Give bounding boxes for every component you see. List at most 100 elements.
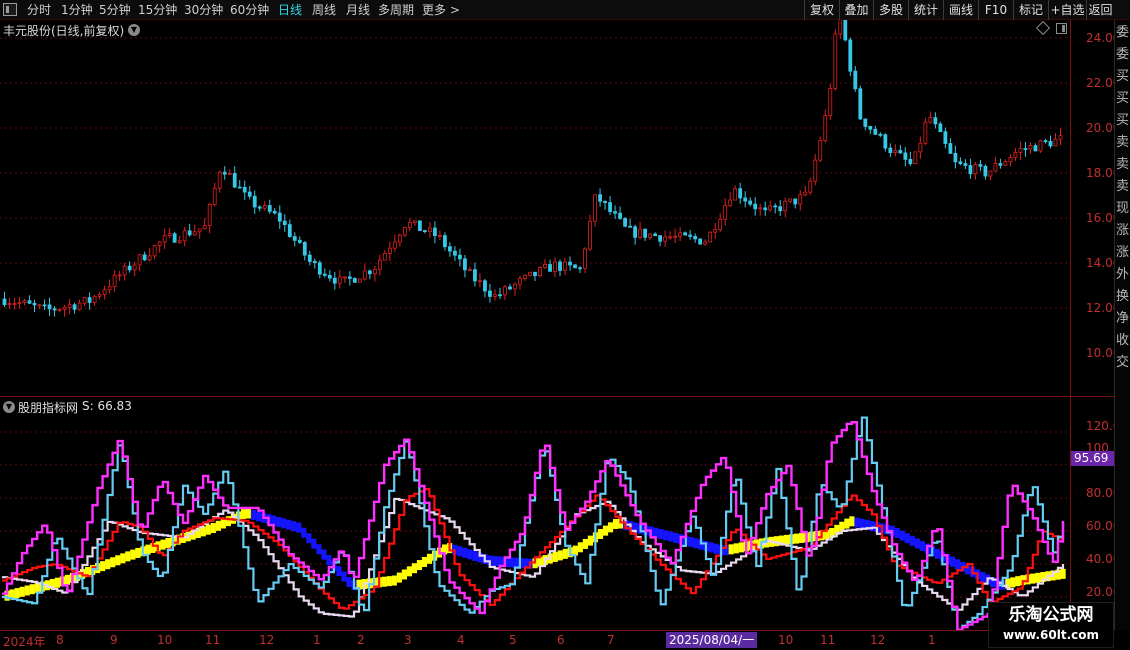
date-tick-label: 11	[205, 633, 221, 647]
toolbar-button-6[interactable]: 标记	[1013, 0, 1048, 20]
candle-body	[207, 203, 212, 227]
band-segment	[411, 563, 418, 574]
band-segment	[668, 531, 674, 542]
side-strip-label: 委	[1116, 47, 1130, 62]
period-tab-7[interactable]: 周线	[312, 2, 336, 18]
candle-body	[498, 294, 502, 297]
period-tab-1[interactable]: 1分钟	[61, 2, 93, 18]
period-tab-5[interactable]: 60分钟	[230, 2, 269, 18]
price-chart-svg[interactable]	[0, 8, 1070, 396]
band-segment	[597, 528, 604, 539]
candle-body	[1023, 148, 1028, 150]
menu-icon[interactable]	[3, 3, 17, 16]
candle-body	[743, 197, 748, 202]
price-chart-panel[interactable]: 丰元股份(日线,前复权) ▼	[0, 8, 1070, 396]
band-segment	[291, 521, 297, 532]
toolbar-button-7[interactable]: +自选	[1048, 0, 1086, 20]
band-segment	[165, 537, 171, 548]
side-strip-label: 收	[1116, 333, 1130, 348]
indicator-panel[interactable]: ▼ 股朋指标网 S: 66.83	[0, 397, 1070, 631]
candle-body	[488, 290, 492, 297]
candle-body	[823, 115, 828, 141]
candle-body	[297, 239, 302, 243]
band-segment	[1060, 568, 1066, 579]
window-toggle-icon[interactable]	[1056, 23, 1067, 34]
white-line	[2, 497, 1065, 618]
period-tab-10[interactable]: 更多 >	[422, 2, 460, 18]
date-tick-label: 5	[509, 633, 517, 647]
candle-body	[438, 235, 442, 237]
top-toolbar: 分时 1分钟 5分钟 15分钟 30分钟 60分钟 日线 周线 月线 多周期 更多 > 复权 叠加 多股…	[0, 0, 1130, 20]
title-dropdown-icon[interactable]: ▼	[128, 24, 140, 36]
band-segment	[336, 566, 342, 577]
candle-body	[1058, 135, 1063, 140]
candle-body	[878, 133, 883, 136]
period-tab-0[interactable]: 分时	[27, 2, 51, 18]
side-strip-label: 涨	[1116, 245, 1130, 260]
side-strip-label: 买	[1116, 69, 1130, 84]
toolbar-button-8[interactable]: 返回	[1086, 0, 1114, 20]
candle-body	[783, 200, 788, 212]
period-tab-6[interactable]: 日线	[278, 2, 302, 18]
date-tick-label: 8	[56, 633, 64, 647]
band-segment	[416, 560, 423, 571]
period-tab-9[interactable]: 多周期	[378, 2, 414, 18]
band-segment	[869, 521, 875, 532]
period-tab-2[interactable]: 5分钟	[99, 2, 131, 18]
candle-body	[322, 273, 327, 276]
candle-body	[928, 117, 933, 123]
candle-body	[968, 165, 973, 175]
toolbar-button-0[interactable]: 复权	[804, 0, 839, 20]
candle-body	[357, 278, 362, 283]
band-segment	[909, 535, 915, 546]
band-segment	[552, 551, 558, 562]
candle-body	[673, 235, 678, 238]
candle-body	[803, 191, 808, 196]
band-segment	[1035, 572, 1041, 583]
candle-body	[893, 150, 898, 153]
band-segment	[391, 575, 397, 586]
candle-body	[798, 194, 803, 205]
side-strip-label: 卖	[1116, 157, 1130, 172]
band-segment	[954, 559, 961, 570]
band-segment	[215, 520, 221, 531]
band-segment	[296, 522, 302, 533]
candle-body	[523, 274, 527, 279]
period-tab-3[interactable]: 15分钟	[138, 2, 177, 18]
toolbar-button-1[interactable]: 叠加	[839, 0, 873, 20]
band-segment	[713, 543, 719, 554]
toolbar-button-4[interactable]: 画线	[943, 0, 978, 20]
candle-body	[377, 259, 382, 270]
candle-body	[818, 140, 823, 161]
candle-body	[347, 276, 352, 279]
candle-body	[282, 220, 287, 226]
candle-body	[603, 200, 607, 203]
band-segment	[346, 577, 352, 588]
candle-body	[503, 286, 507, 296]
indicator-dropdown-icon[interactable]: ▼	[3, 401, 15, 413]
period-tab-4[interactable]: 30分钟	[184, 2, 223, 18]
candle-body	[813, 159, 818, 182]
candle-body	[808, 180, 813, 193]
band-segment	[658, 528, 664, 539]
candle-body	[407, 222, 412, 228]
candle-body	[628, 225, 632, 228]
toolbar-button-2[interactable]: 多股	[873, 0, 908, 20]
candle-body	[758, 207, 763, 210]
candle-body	[708, 231, 713, 243]
candle-body	[142, 254, 147, 261]
indicator-chart-svg[interactable]	[0, 397, 1070, 631]
period-tab-8[interactable]: 月线	[346, 2, 370, 18]
candle-body	[983, 165, 988, 177]
band-segment	[210, 523, 216, 534]
band-segment	[738, 542, 744, 553]
band-segment	[29, 584, 35, 595]
candle-body	[17, 302, 22, 304]
toolbar-button-5[interactable]: F10	[978, 0, 1013, 20]
candle-body	[788, 198, 793, 202]
candle-body	[688, 234, 693, 237]
toolbar-button-3[interactable]: 统计	[908, 0, 943, 20]
candle-body	[463, 258, 467, 271]
candle-body	[292, 236, 297, 241]
candle-body	[47, 304, 52, 310]
